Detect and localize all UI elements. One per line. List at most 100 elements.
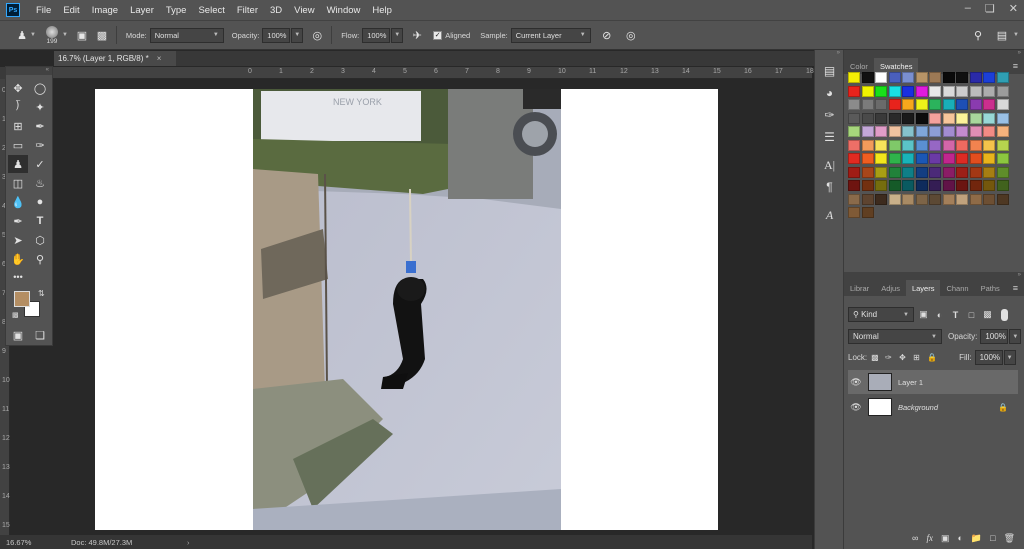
color-swatch[interactable]: [983, 99, 995, 110]
color-swatch[interactable]: [915, 112, 928, 124]
color-swatch[interactable]: [915, 180, 928, 191]
color-swatch[interactable]: [983, 193, 995, 205]
close-tab-icon[interactable]: ×: [157, 54, 162, 63]
color-swatch[interactable]: [942, 153, 955, 164]
color-swatch[interactable]: [861, 99, 874, 110]
color-swatch[interactable]: [929, 85, 941, 97]
color-swatch[interactable]: [875, 139, 887, 151]
color-swatch[interactable]: [848, 139, 860, 151]
tab-layers[interactable]: Layers: [905, 280, 941, 296]
color-swatch[interactable]: [996, 139, 1009, 151]
color-swatch[interactable]: [848, 180, 860, 191]
history-panel-icon[interactable]: ▤: [815, 60, 844, 82]
color-swatch[interactable]: [956, 72, 968, 83]
color-swatch[interactable]: [888, 85, 901, 97]
color-swatch[interactable]: [983, 112, 995, 124]
color-swatch[interactable]: [942, 166, 955, 178]
polygonal-lasso-tool-icon[interactable]: ⟌: [8, 98, 28, 116]
color-swatch[interactable]: [983, 166, 995, 178]
brush-settings-icon[interactable]: ▣: [74, 27, 90, 43]
lock-transparent-icon[interactable]: ▩: [871, 353, 885, 362]
new-adjustment-layer-icon[interactable]: ◐: [957, 533, 962, 543]
pressure-opacity-icon[interactable]: ◎: [309, 27, 325, 43]
layer-row-layer-1[interactable]: 👁 Layer 1: [848, 370, 1018, 394]
color-swatch[interactable]: [983, 85, 995, 97]
flow-input[interactable]: 100%: [362, 27, 391, 43]
layer-kind-filter[interactable]: ⚲ Kind ▼: [848, 307, 914, 322]
color-swatch[interactable]: [929, 139, 941, 151]
menu-select[interactable]: Select: [192, 5, 230, 16]
color-swatch[interactable]: [969, 126, 982, 137]
swap-colors-icon[interactable]: ⇅: [38, 289, 45, 298]
color-swatch[interactable]: [875, 112, 887, 124]
fill-slider-toggle[interactable]: ▼: [1003, 350, 1016, 365]
color-swatch[interactable]: [848, 207, 860, 218]
filter-adjustment-icon[interactable]: ◐: [933, 310, 946, 320]
color-swatch[interactable]: [861, 180, 874, 191]
document-tab[interactable]: 16.7% (Layer 1, RGB/8) * ×: [54, 51, 176, 66]
zoom-tool-icon[interactable]: ⚲: [30, 250, 50, 268]
color-swatch[interactable]: [915, 139, 928, 151]
tab-paths[interactable]: Paths: [975, 280, 1006, 296]
tab-libraries[interactable]: Librar: [844, 280, 875, 296]
color-swatch[interactable]: [848, 99, 860, 110]
color-swatch[interactable]: [848, 153, 860, 164]
color-swatch[interactable]: [996, 112, 1009, 124]
clone-stamp-preset-icon[interactable]: ♟: [14, 27, 30, 43]
menu-image[interactable]: Image: [86, 5, 124, 16]
panel-collapse-icon[interactable]: »: [844, 272, 1024, 280]
color-swatch[interactable]: [875, 85, 887, 97]
color-swatch[interactable]: [875, 72, 887, 83]
blur-tool-icon[interactable]: 💧: [8, 193, 28, 211]
hand-tool-icon[interactable]: ✋: [8, 250, 28, 268]
color-swatch[interactable]: [915, 153, 928, 164]
color-swatch[interactable]: [861, 72, 874, 83]
color-swatch[interactable]: [888, 112, 901, 124]
magic-wand-tool-icon[interactable]: ✦: [30, 98, 50, 116]
restore-icon[interactable]: ❏: [985, 2, 995, 15]
new-layer-icon[interactable]: □: [990, 533, 995, 543]
tool-preset-caret-icon[interactable]: ▼: [30, 32, 36, 38]
menu-type[interactable]: Type: [160, 5, 193, 16]
color-swatch[interactable]: [956, 180, 968, 191]
sample-select[interactable]: Current Layer ▼: [510, 27, 591, 43]
canvas-pasteboard[interactable]: NEW YORK: [10, 80, 812, 535]
lock-image-icon[interactable]: ✑: [885, 353, 899, 362]
color-swatch[interactable]: [956, 193, 968, 205]
color-swatch[interactable]: [888, 99, 901, 110]
type-tool-icon[interactable]: T: [30, 212, 50, 230]
color-swatch[interactable]: [861, 166, 874, 178]
character-panel-icon[interactable]: A|: [815, 154, 844, 176]
panel-collapse-icon[interactable]: »: [844, 50, 1024, 58]
color-swatch[interactable]: [996, 180, 1009, 191]
filter-toggle[interactable]: [1001, 308, 1008, 321]
pressure-size-icon[interactable]: ◎: [623, 27, 639, 43]
color-swatch[interactable]: [888, 166, 901, 178]
color-swatch[interactable]: [902, 153, 914, 164]
fill-input[interactable]: 100%: [974, 350, 1003, 365]
color-swatch[interactable]: [888, 193, 901, 205]
color-swatch[interactable]: [875, 153, 887, 164]
move-tool-icon[interactable]: ✥: [8, 79, 28, 97]
color-swatch[interactable]: [969, 180, 982, 191]
edit-toolbar-icon[interactable]: •••: [8, 268, 28, 286]
color-swatch[interactable]: [969, 72, 982, 83]
color-swatch[interactable]: [929, 193, 941, 205]
color-swatch[interactable]: [969, 193, 982, 205]
paint-bucket-tool-icon[interactable]: ♨: [30, 174, 50, 192]
panel-menu-icon[interactable]: ≡: [1013, 280, 1024, 296]
flow-slider-toggle[interactable]: ▼: [391, 27, 404, 43]
document-canvas[interactable]: NEW YORK: [95, 89, 718, 530]
color-swatch[interactable]: [861, 193, 874, 205]
new-group-icon[interactable]: 📁: [971, 533, 982, 544]
visibility-eye-icon[interactable]: 👁: [848, 402, 864, 413]
menu-view[interactable]: View: [288, 5, 320, 16]
layer-style-icon[interactable]: fx: [926, 533, 933, 543]
color-swatch[interactable]: [956, 112, 968, 124]
color-swatch[interactable]: [929, 153, 941, 164]
clone-source-icon[interactable]: ▩: [94, 27, 110, 43]
document-size[interactable]: Doc: 49.8M/27.3M: [71, 538, 171, 547]
color-swatch[interactable]: [875, 126, 887, 137]
color-swatch[interactable]: [902, 72, 914, 83]
menu-filter[interactable]: Filter: [231, 5, 264, 16]
